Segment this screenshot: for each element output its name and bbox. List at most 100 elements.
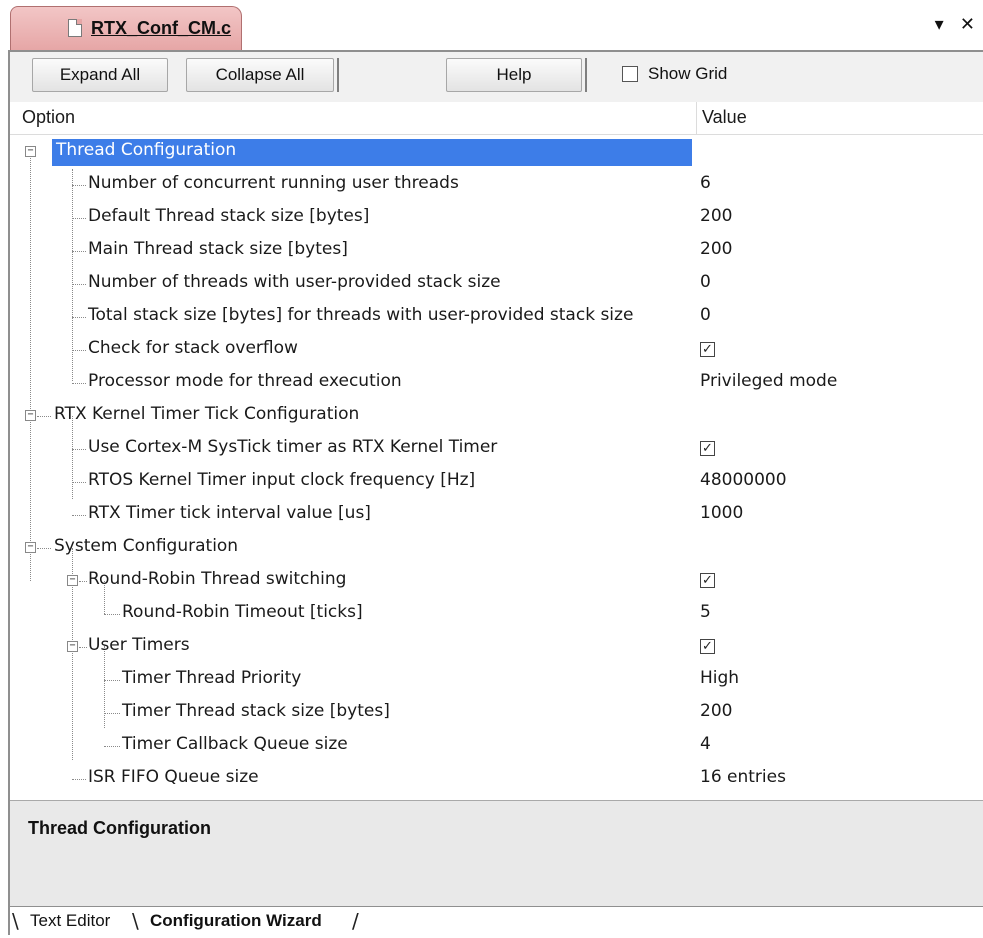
configuration-wizard-window: Expand All Collapse All Help Show Grid O… bbox=[8, 50, 983, 938]
toolbar: Expand All Collapse All Help Show Grid bbox=[10, 52, 983, 103]
tree-row[interactable]: Round-Robin Timeout [ticks] 5 bbox=[10, 598, 983, 631]
tree-branch-line bbox=[72, 185, 86, 187]
option-label: Timer Thread stack size [bytes] bbox=[122, 701, 390, 721]
toolbar-separator bbox=[585, 58, 587, 92]
tab-edge: \ bbox=[12, 909, 19, 933]
tree-row[interactable]: Check for stack overflow ✓ bbox=[10, 334, 983, 367]
tab-configuration-wizard[interactable]: Configuration Wizard bbox=[150, 911, 322, 931]
tree-row-round-robin[interactable]: − Round-Robin Thread switching ✓ bbox=[10, 565, 983, 598]
tree-row[interactable]: Timer Callback Queue size 4 bbox=[10, 730, 983, 763]
group-label: Thread Configuration bbox=[52, 139, 692, 166]
tree-row[interactable]: RTOS Kernel Timer input clock frequency … bbox=[10, 466, 983, 499]
option-value[interactable]: High bbox=[700, 668, 739, 688]
option-label: Round-Robin Timeout [ticks] bbox=[122, 602, 363, 622]
close-icon[interactable]: ✕ bbox=[960, 14, 975, 35]
option-label: Total stack size [bytes] for threads wit… bbox=[88, 305, 634, 325]
option-label: RTOS Kernel Timer input clock frequency … bbox=[88, 470, 476, 490]
tree-group-thread-configuration[interactable]: − Thread Configuration bbox=[10, 136, 983, 169]
tab-edge: \ bbox=[132, 909, 139, 933]
tree-row[interactable]: Number of threads with user-provided sta… bbox=[10, 268, 983, 301]
help-button[interactable]: Help bbox=[446, 58, 582, 92]
collapse-all-button[interactable]: Collapse All bbox=[186, 58, 334, 92]
column-divider[interactable] bbox=[696, 102, 697, 134]
tree-row[interactable]: RTX Timer tick interval value [us] 1000 bbox=[10, 499, 983, 532]
expand-all-button[interactable]: Expand All bbox=[32, 58, 168, 92]
tree-row[interactable]: ISR FIFO Queue size 16 entries bbox=[10, 763, 983, 796]
tree-branch-line bbox=[72, 515, 86, 517]
option-value[interactable]: 200 bbox=[700, 239, 732, 259]
collapse-icon[interactable]: − bbox=[25, 542, 36, 553]
tree-branch-line bbox=[37, 416, 51, 418]
option-value[interactable]: Privileged mode bbox=[700, 371, 837, 391]
stack-overflow-checkbox[interactable]: ✓ bbox=[700, 342, 715, 357]
tree-branch-line bbox=[72, 449, 86, 451]
collapse-icon[interactable]: − bbox=[25, 146, 36, 157]
show-grid-checkbox[interactable] bbox=[622, 66, 638, 82]
option-label: Number of threads with user-provided sta… bbox=[88, 272, 501, 292]
option-value[interactable]: 16 entries bbox=[700, 767, 786, 787]
option-label: Check for stack overflow bbox=[88, 338, 298, 358]
option-column-header[interactable]: Option bbox=[22, 107, 75, 128]
show-grid-label: Show Grid bbox=[648, 64, 728, 83]
option-value[interactable]: 0 bbox=[700, 305, 711, 325]
user-timers-checkbox[interactable]: ✓ bbox=[700, 639, 715, 654]
dropdown-arrow-icon[interactable]: ▾ bbox=[935, 14, 944, 35]
tree-branch-line bbox=[79, 581, 87, 583]
value-column-header[interactable]: Value bbox=[702, 107, 747, 128]
tree-branch-line bbox=[104, 614, 120, 616]
tab-text-editor[interactable]: Text Editor bbox=[30, 911, 110, 931]
option-label: Round-Robin Thread switching bbox=[88, 569, 347, 589]
toolbar-separator bbox=[337, 58, 339, 92]
option-value[interactable]: 48000000 bbox=[700, 470, 787, 490]
option-value[interactable]: 200 bbox=[700, 206, 732, 226]
tree-row[interactable]: Use Cortex-M SysTick timer as RTX Kernel… bbox=[10, 433, 983, 466]
tree-branch-line bbox=[104, 713, 120, 715]
systick-timer-checkbox[interactable]: ✓ bbox=[700, 441, 715, 456]
option-label: User Timers bbox=[88, 635, 190, 655]
tree-branch-line bbox=[72, 317, 86, 319]
collapse-icon[interactable]: − bbox=[25, 410, 36, 421]
option-label: Processor mode for thread execution bbox=[88, 371, 402, 391]
column-header: Option Value bbox=[10, 102, 983, 135]
document-tab[interactable]: RTX_Conf_CM.c bbox=[10, 6, 242, 50]
option-label: Use Cortex-M SysTick timer as RTX Kernel… bbox=[88, 437, 498, 457]
collapse-icon[interactable]: − bbox=[67, 575, 78, 586]
group-label: RTX Kernel Timer Tick Configuration bbox=[54, 404, 360, 424]
option-value[interactable]: 1000 bbox=[700, 503, 743, 523]
tree-row[interactable]: Number of concurrent running user thread… bbox=[10, 169, 983, 202]
option-label: Default Thread stack size [bytes] bbox=[88, 206, 370, 226]
tree-row[interactable]: Timer Thread stack size [bytes] 200 bbox=[10, 697, 983, 730]
pane-controls: ▾ ✕ bbox=[925, 14, 975, 35]
tree-branch-line bbox=[72, 218, 86, 220]
option-label: Main Thread stack size [bytes] bbox=[88, 239, 348, 259]
option-value[interactable]: 4 bbox=[700, 734, 711, 754]
option-value[interactable]: 6 bbox=[700, 173, 711, 193]
option-label: RTX Timer tick interval value [us] bbox=[88, 503, 371, 523]
option-value[interactable]: 5 bbox=[700, 602, 711, 622]
description-pane: Thread Configuration bbox=[10, 800, 983, 907]
tree-branch-line bbox=[79, 647, 87, 649]
file-icon bbox=[68, 19, 82, 37]
tree-row[interactable]: Main Thread stack size [bytes] 200 bbox=[10, 235, 983, 268]
group-label: System Configuration bbox=[54, 536, 239, 556]
editor-mode-tabs: \ Text Editor \ Configuration Wizard / bbox=[10, 906, 983, 938]
collapse-icon[interactable]: − bbox=[67, 641, 78, 652]
tree-branch-line bbox=[72, 383, 86, 385]
tree-row-user-timers[interactable]: − User Timers ✓ bbox=[10, 631, 983, 664]
option-label: Number of concurrent running user thread… bbox=[88, 173, 459, 193]
tree-branch-line bbox=[37, 548, 51, 550]
tree-row[interactable]: Processor mode for thread execution Priv… bbox=[10, 367, 983, 400]
editor-tab-bar: RTX_Conf_CM.c ▾ ✕ bbox=[0, 0, 983, 50]
tree-row[interactable]: Timer Thread Priority High bbox=[10, 664, 983, 697]
round-robin-checkbox[interactable]: ✓ bbox=[700, 573, 715, 588]
tree-row[interactable]: Total stack size [bytes] for threads wit… bbox=[10, 301, 983, 334]
show-grid-toggle[interactable]: Show Grid bbox=[622, 64, 727, 84]
option-label: ISR FIFO Queue size bbox=[88, 767, 259, 787]
document-tab-title: RTX_Conf_CM.c bbox=[91, 18, 232, 38]
tree-branch-line bbox=[72, 482, 86, 484]
option-value[interactable]: 0 bbox=[700, 272, 711, 292]
tree-group-system-configuration[interactable]: − System Configuration bbox=[10, 532, 983, 565]
option-value[interactable]: 200 bbox=[700, 701, 732, 721]
tree-row[interactable]: Default Thread stack size [bytes] 200 bbox=[10, 202, 983, 235]
tree-group-timer-tick-configuration[interactable]: − RTX Kernel Timer Tick Configuration bbox=[10, 400, 983, 433]
